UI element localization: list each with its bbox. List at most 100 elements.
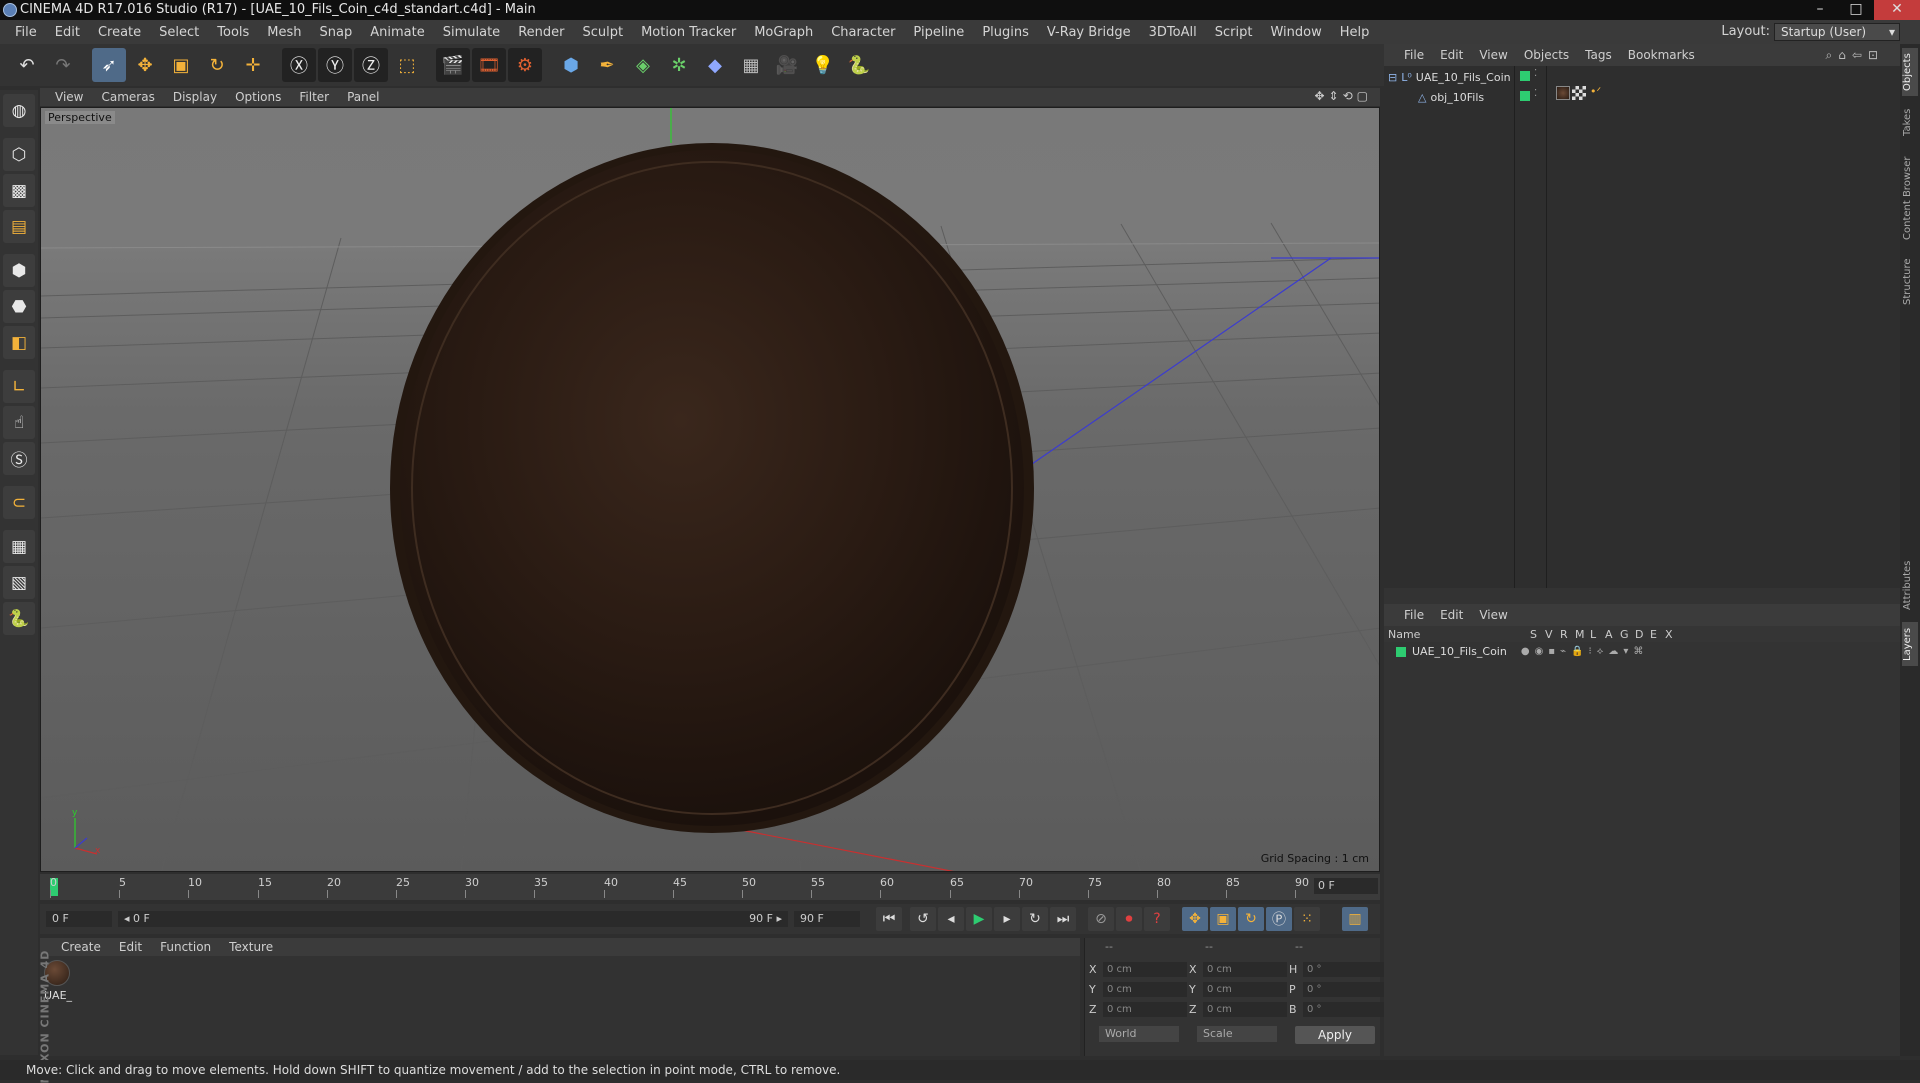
column-animation[interactable]: A (1605, 628, 1613, 641)
rotation-b-field[interactable]: 0 ° (1303, 1002, 1387, 1017)
make-editable-button[interactable]: ◍ (3, 94, 35, 127)
menu-vray-bridge[interactable]: V-Ray Bridge (1038, 25, 1140, 40)
live-selection-button[interactable]: ➶ (92, 48, 126, 82)
apply-button[interactable]: Apply (1295, 1026, 1375, 1044)
material-menu-texture[interactable]: Texture (220, 940, 282, 954)
minimize-button[interactable]: – (1802, 0, 1838, 20)
column-render[interactable]: R (1560, 628, 1568, 641)
column-xref[interactable]: X (1665, 628, 1673, 641)
layer-color-swatch[interactable] (1396, 646, 1406, 657)
viewport-menu-options[interactable]: Options (226, 90, 290, 104)
magnet-tool-button[interactable]: ⊂ (3, 486, 35, 519)
viewport-nav-icons[interactable]: ✥⇕⟲▢ (1314, 89, 1372, 103)
tab-layers[interactable]: Layers (1902, 622, 1918, 666)
expand-icon[interactable]: ⊟ (1388, 71, 1397, 84)
next-frame-button[interactable]: ▸ (994, 907, 1020, 931)
model-mode-button[interactable]: ⬡ (3, 138, 35, 171)
redo-button[interactable]: ↷ (46, 48, 80, 82)
visibility-dots-icon[interactable]: ⁚ (1534, 88, 1537, 99)
render-view-button[interactable]: 🎬 (436, 48, 470, 82)
layer-color-swatch[interactable] (1520, 71, 1530, 81)
menu-character[interactable]: Character (822, 25, 904, 40)
layers-menu-file[interactable]: File (1396, 608, 1432, 622)
layer-toggle-icons[interactable]: ●◉▪⌁🔒⁝⟡☁▾⌘ (1521, 646, 1649, 657)
coordinate-space-dropdown[interactable]: World (1099, 1026, 1179, 1042)
objects-menu-edit[interactable]: Edit (1432, 48, 1471, 62)
edges-mode-button[interactable]: ⬣ (3, 290, 35, 323)
menu-motion-tracker[interactable]: Motion Tracker (632, 25, 745, 40)
z-axis-lock-button[interactable]: Ⓩ (354, 48, 388, 82)
viewport-menu-panel[interactable]: Panel (338, 90, 388, 104)
previous-key-button[interactable]: ↺ (910, 907, 936, 931)
python-button[interactable]: 🐍 (842, 48, 876, 82)
size-mode-dropdown[interactable]: Scale (1197, 1026, 1277, 1042)
column-expressions[interactable]: E (1650, 628, 1657, 641)
timeline-window-button[interactable]: ▥ (1342, 907, 1368, 931)
objects-menu-view[interactable]: View (1471, 48, 1515, 62)
menu-create[interactable]: Create (89, 25, 150, 40)
points-mode-button[interactable]: ⬢ (3, 254, 35, 287)
tab-takes[interactable]: Takes (1902, 102, 1918, 142)
object-name[interactable]: UAE_10_Fils_Coin (1416, 71, 1511, 84)
key-position-button[interactable]: ✥ (1182, 907, 1208, 931)
column-solo[interactable]: S (1530, 628, 1537, 641)
subdivision-surface-button[interactable]: ◈ (626, 48, 660, 82)
viewport-menu-filter[interactable]: Filter (290, 90, 338, 104)
menu-simulate[interactable]: Simulate (434, 25, 509, 40)
texture-mode-button[interactable]: ▩ (3, 174, 35, 207)
key-parameter-button[interactable]: Ⓟ (1266, 907, 1292, 931)
maximize-button[interactable]: □ (1838, 0, 1874, 20)
key-scale-button[interactable]: ▣ (1210, 907, 1236, 931)
menu-snap[interactable]: Snap (311, 25, 362, 40)
size-y-field[interactable]: 0 cm (1203, 982, 1287, 997)
menu-render[interactable]: Render (509, 25, 573, 40)
objects-menu-file[interactable]: File (1396, 48, 1432, 62)
next-key-button[interactable]: ↻ (1022, 907, 1048, 931)
material-menu-create[interactable]: Create (52, 940, 110, 954)
current-frame-field[interactable]: 0 F (1314, 878, 1378, 894)
size-z-field[interactable]: 0 cm (1203, 1002, 1287, 1017)
render-picture-viewer-button[interactable]: 🎞 (472, 48, 506, 82)
previous-frame-button[interactable]: ◂ (938, 907, 964, 931)
light-button[interactable]: 💡 (806, 48, 840, 82)
column-manager[interactable]: M (1575, 628, 1585, 641)
polygons-mode-button[interactable]: ◧ (3, 326, 35, 359)
y-axis-lock-button[interactable]: Ⓨ (318, 48, 352, 82)
key-pla-button[interactable]: ⁙ (1294, 907, 1320, 931)
key-rotation-button[interactable]: ↻ (1238, 907, 1264, 931)
object-row[interactable]: ⊟ L⁰ UAE_10_Fils_Coin (1388, 68, 1511, 86)
move-tool-button[interactable]: ✥ (128, 48, 162, 82)
snap-button[interactable]: Ⓢ (3, 442, 35, 475)
scale-tool-button[interactable]: ▣ (164, 48, 198, 82)
viewport-camera-label[interactable]: Perspective (45, 111, 115, 124)
menu-plugins[interactable]: Plugins (973, 25, 1038, 40)
undo-button[interactable]: ↶ (10, 48, 44, 82)
layer-row[interactable]: UAE_10_Fils_Coin ●◉▪⌁🔒⁝⟡☁▾⌘ (1396, 645, 1648, 658)
layout-dropdown[interactable]: Startup (User) ▾ (1774, 23, 1900, 41)
visibility-dots-icon[interactable]: ⁚ (1534, 68, 1537, 79)
tag-icon[interactable]: •ᐟ (1590, 85, 1601, 98)
keyframe-selection-button[interactable]: ? (1144, 907, 1170, 931)
go-to-end-button[interactable]: ⏭ (1050, 907, 1076, 931)
render-settings-button[interactable]: ⚙ (508, 48, 542, 82)
deformer-button[interactable]: ◆ (698, 48, 732, 82)
texture-tag-icon[interactable] (1572, 86, 1586, 100)
timeline-ruler[interactable]: 0 5 10 15 20 25 30 35 40 45 50 55 60 65 … (40, 874, 1380, 900)
column-view[interactable]: V (1545, 628, 1553, 641)
locked-workplane-button[interactable]: ▧ (3, 566, 35, 599)
record-active-button[interactable]: ⊘ (1088, 907, 1114, 931)
cloner-button[interactable]: ✲ (662, 48, 696, 82)
rotate-tool-button[interactable]: ↻ (200, 48, 234, 82)
material-tag-icon[interactable] (1556, 86, 1570, 100)
rotation-h-field[interactable]: 0 ° (1303, 962, 1387, 977)
object-row[interactable]: △ obj_10Fils (1418, 88, 1484, 106)
menu-tools[interactable]: Tools (208, 25, 258, 40)
camera-button[interactable]: 🎥 (770, 48, 804, 82)
objects-menu-tags[interactable]: Tags (1577, 48, 1620, 62)
layer-name[interactable]: UAE_10_Fils_Coin (1412, 645, 1507, 658)
workplane-mode-button[interactable]: ▤ (3, 210, 35, 243)
floor-button[interactable]: ▦ (734, 48, 768, 82)
size-x-field[interactable]: 0 cm (1203, 962, 1287, 977)
column-locked[interactable]: L (1590, 628, 1596, 641)
menu-pipeline[interactable]: Pipeline (904, 25, 973, 40)
